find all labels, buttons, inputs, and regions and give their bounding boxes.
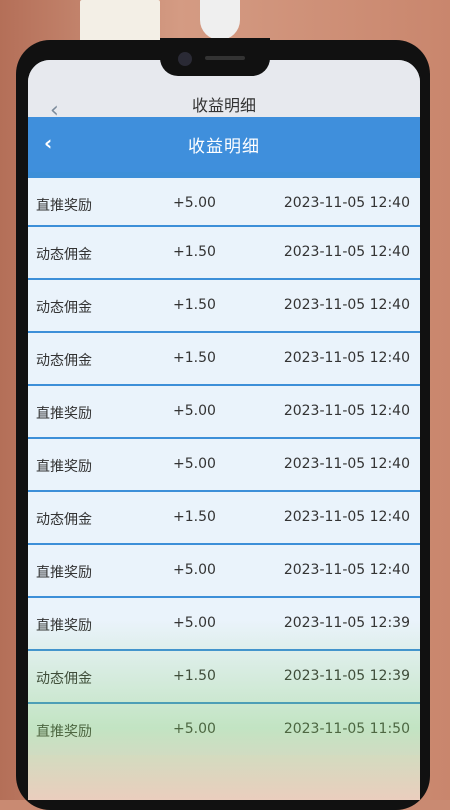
record-type: 直推奖励: [36, 198, 92, 214]
record-amount: +1.50: [173, 350, 216, 366]
record-amount: +5.00: [173, 615, 216, 631]
speaker-grille: [205, 56, 245, 60]
list-item[interactable]: 直推奖励 +5.00 2023-11-05 12:40: [28, 437, 420, 490]
app-screen: ‹ 收益明细 ‹ 收益明细 直推奖励 +5.00 2023-11-05 12:40 动…: [28, 60, 420, 800]
record-amount: +1.50: [173, 297, 216, 313]
record-type: 动态佣金: [36, 671, 92, 687]
list-item[interactable]: 直推奖励 +5.00 2023-11-05 11:50: [28, 702, 420, 755]
record-type: 直推奖励: [36, 724, 92, 740]
record-type: 直推奖励: [36, 618, 92, 634]
record-type: 动态佣金: [36, 247, 92, 263]
earnings-list: 直推奖励 +5.00 2023-11-05 12:40 动态佣金 +1.50 2023-1…: [28, 172, 420, 755]
record-time: 2023-11-05 12:40: [283, 350, 410, 366]
record-type: 直推奖励: [36, 406, 92, 422]
charging-cable: [200, 0, 240, 40]
list-item[interactable]: 动态佣金 +1.50 2023-11-05 12:40: [28, 225, 420, 278]
record-type: 动态佣金: [36, 353, 92, 369]
record-time: 2023-11-05 12:40: [283, 195, 410, 211]
record-amount: +5.00: [173, 562, 216, 578]
record-amount: +5.00: [173, 721, 216, 737]
record-time: 2023-11-05 12:39: [283, 615, 410, 631]
record-type: 动态佣金: [36, 300, 92, 316]
record-amount: +1.50: [173, 509, 216, 525]
record-time: 2023-11-05 12:40: [283, 509, 410, 525]
record-time: 2023-11-05 11:50: [283, 721, 410, 737]
list-item[interactable]: 直推奖励 +5.00 2023-11-05 12:40: [28, 384, 420, 437]
record-amount: +1.50: [173, 668, 216, 684]
outer-page-title: 收益明细: [191, 96, 256, 115]
list-item[interactable]: 动态佣金 +1.50 2023-11-05 12:39: [28, 649, 420, 702]
record-time: 2023-11-05 12:40: [283, 403, 410, 419]
list-item[interactable]: 动态佣金 +1.50 2023-11-05 12:40: [28, 278, 420, 331]
record-amount: +5.00: [173, 195, 216, 211]
record-time: 2023-11-05 12:40: [283, 456, 410, 472]
record-type: 动态佣金: [36, 512, 92, 528]
list-item[interactable]: 直推奖励 +5.00 2023-11-05 12:40: [28, 172, 420, 225]
list-item[interactable]: 动态佣金 +1.50 2023-11-05 12:40: [28, 490, 420, 543]
record-amount: +1.50: [173, 244, 216, 260]
record-amount: +5.00: [173, 403, 216, 419]
record-time: 2023-11-05 12:40: [283, 244, 410, 260]
record-type: 直推奖励: [36, 565, 92, 581]
list-item[interactable]: 直推奖励 +5.00 2023-11-05 12:39: [28, 596, 420, 649]
record-type: 直推奖励: [36, 459, 92, 475]
record-time: 2023-11-05 12:40: [283, 297, 410, 313]
page-header: ‹ 收益明细: [28, 117, 420, 172]
camera-icon: [178, 52, 192, 66]
page-title: 收益明细: [188, 137, 260, 157]
list-item[interactable]: 直推奖励 +5.00 2023-11-05 12:40: [28, 543, 420, 596]
record-time: 2023-11-05 12:39: [283, 668, 410, 684]
record-amount: +5.00: [173, 456, 216, 472]
list-item[interactable]: 动态佣金 +1.50 2023-11-05 12:40: [28, 331, 420, 384]
record-time: 2023-11-05 12:40: [283, 562, 410, 578]
